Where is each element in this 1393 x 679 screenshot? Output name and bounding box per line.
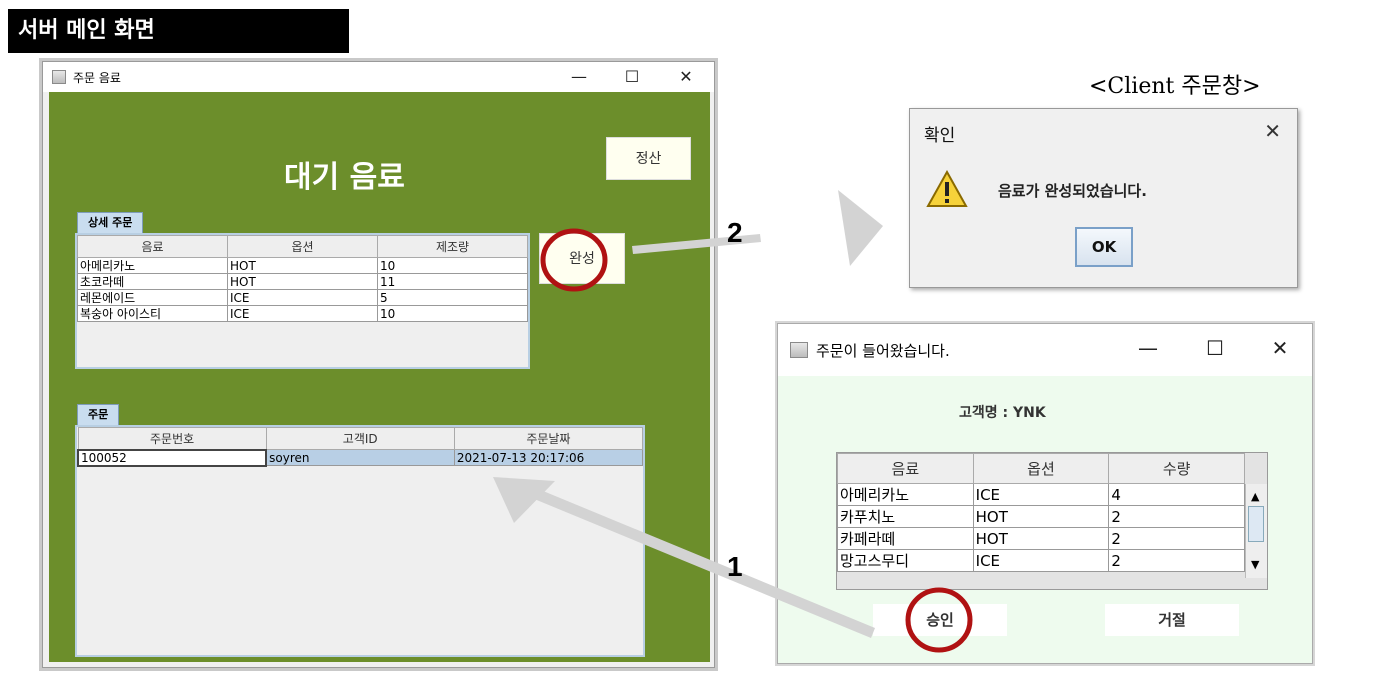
highlight-circle-approve xyxy=(905,587,973,653)
arrow-step2 xyxy=(632,190,883,266)
step-number-1: 1 xyxy=(727,551,743,582)
arrow-step1 xyxy=(493,477,875,638)
highlight-circle-complete xyxy=(540,228,608,292)
step-number-2: 2 xyxy=(727,217,743,248)
annotation-overlay xyxy=(493,190,973,653)
